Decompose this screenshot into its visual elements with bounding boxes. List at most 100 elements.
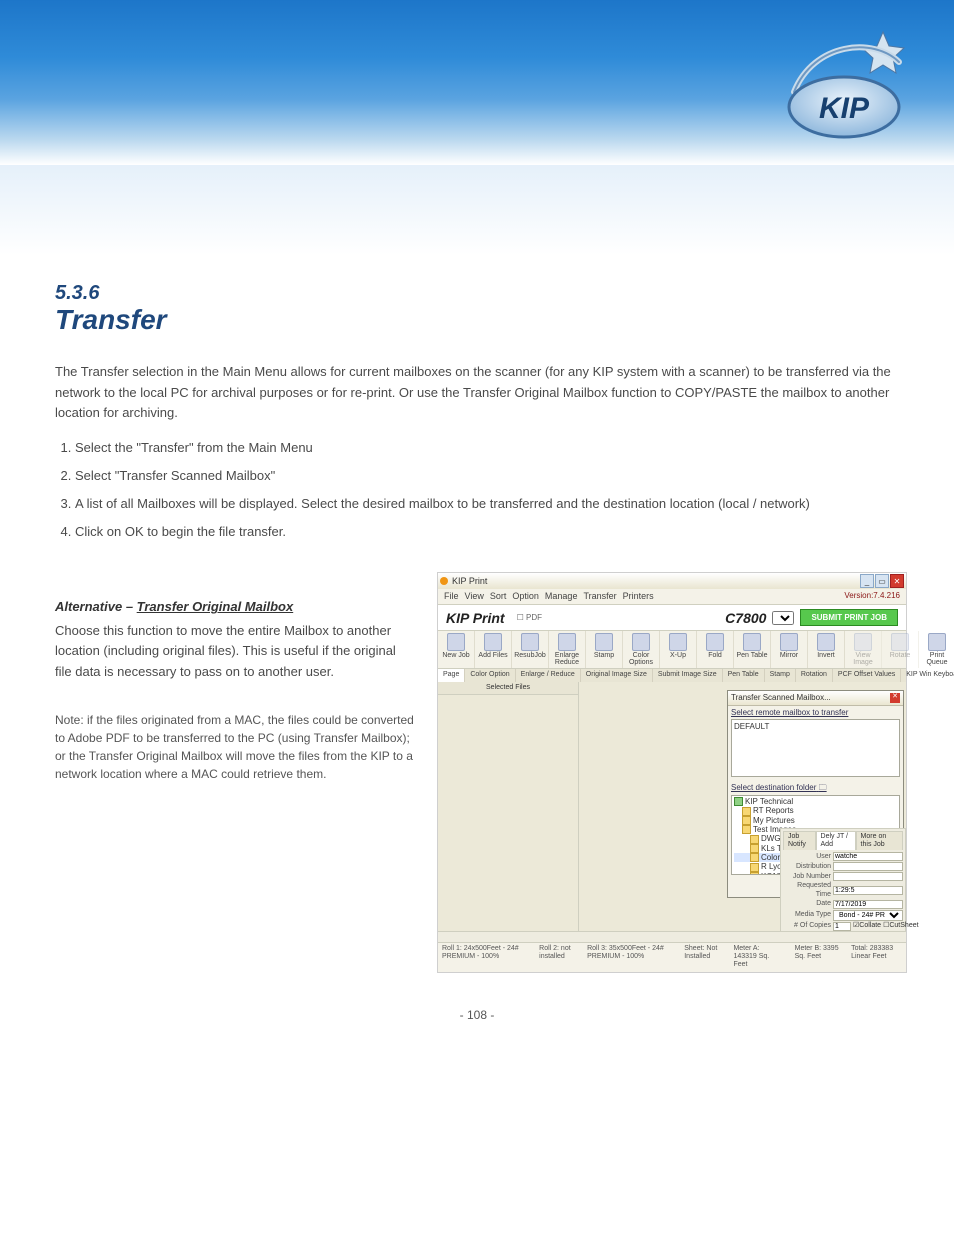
date-label: Date: [783, 900, 831, 908]
tab-page[interactable]: Page: [438, 669, 465, 681]
tab-kip-win-keyboard-size[interactable]: KIP Win Keyboard Size: [901, 669, 954, 681]
tab-stamp[interactable]: Stamp: [765, 669, 796, 681]
tab-pcf-offset-values[interactable]: PCF Offset Values: [833, 669, 901, 681]
status-item: Sheet: Not Installed: [684, 945, 723, 970]
submit-print-button[interactable]: SUBMIT PRINT JOB: [800, 609, 898, 626]
toolbar-label: X-Up: [661, 652, 695, 659]
step-item: A list of all Mailboxes will be displaye…: [75, 494, 899, 515]
printer-dropdown[interactable]: [772, 611, 794, 625]
toolbar-enlarge-reduce[interactable]: Enlarge Reduce: [549, 631, 586, 668]
options-tabrow: PageColor OptionEnlarge / ReduceOriginal…: [438, 669, 906, 681]
status-item: Roll 1: 24x500Feet - 24# PREMIUM - 100%: [442, 945, 529, 970]
toolbar-new-job[interactable]: New Job: [438, 631, 475, 668]
distribution-field[interactable]: [833, 862, 903, 871]
menu-sort[interactable]: Sort: [490, 591, 507, 602]
toolbar-label: Invert: [809, 652, 843, 659]
status-bar: Roll 1: 24x500Feet - 24# PREMIUM - 100% R…: [438, 942, 906, 972]
toolbar-print-queue[interactable]: Print Queue: [919, 631, 954, 668]
toolbar-label: Print Queue: [920, 652, 954, 666]
section-number: 5.3.6: [55, 283, 899, 303]
collate-checkbox[interactable]: ☑Collate: [853, 922, 881, 930]
options-pane: Transfer Scanned Mailbox... ✕ Select rem…: [579, 682, 906, 942]
tree-node[interactable]: RT Reports: [734, 806, 897, 815]
tab-submit-image-size[interactable]: Submit Image Size: [653, 669, 723, 681]
tab-original-image-size[interactable]: Original Image Size: [581, 669, 653, 681]
h-scrollbar[interactable]: [438, 931, 906, 942]
tab-dely-jt[interactable]: Dely JT / Add: [816, 831, 856, 851]
toolbar-mirror[interactable]: Mirror: [771, 631, 808, 668]
kip-logo-text: KIP: [819, 92, 870, 125]
toolbar-icon: [484, 633, 502, 651]
toolbar-label: Stamp: [587, 652, 621, 659]
toolbar-color-options[interactable]: Color Options: [623, 631, 660, 668]
toolbar-label: Color Options: [624, 652, 658, 666]
jobnumber-label: Job Number: [783, 873, 831, 881]
toolbar-icon: [595, 633, 613, 651]
toolbar-stamp[interactable]: Stamp: [586, 631, 623, 668]
pdf-checkbox[interactable]: ☐ PDF: [517, 613, 542, 622]
job-info-panel: Job Notify Dely JT / Add More on this Jo…: [780, 828, 906, 938]
reqtime-label: Requested Time: [783, 882, 831, 899]
menu-view[interactable]: View: [465, 591, 484, 602]
intro-paragraph: The Transfer selection in the Main Menu …: [55, 362, 899, 424]
kip-logo: KIP: [774, 22, 919, 152]
toolbar-icon: [521, 633, 539, 651]
toolbar-invert[interactable]: Invert: [808, 631, 845, 668]
toolbar-label: Rotate: [883, 652, 917, 659]
menu-option[interactable]: Option: [512, 591, 539, 602]
tree-node[interactable]: My Pictures: [734, 816, 897, 825]
reqtime-field[interactable]: [833, 886, 903, 895]
tab-enlarge-reduce[interactable]: Enlarge / Reduce: [516, 669, 581, 681]
tree-node[interactable]: KIP Technical: [734, 797, 897, 806]
tab-pen-table[interactable]: Pen Table: [723, 669, 765, 681]
toolbar: New JobAdd FilesResubJobEnlarge ReduceSt…: [438, 631, 906, 669]
folder-icon: [742, 807, 751, 816]
toolbar-pen-table[interactable]: Pen Table: [734, 631, 771, 668]
date-field[interactable]: [833, 900, 903, 909]
status-item: Roll 2: not installed: [539, 945, 577, 970]
menu-transfer[interactable]: Transfer: [583, 591, 616, 602]
kip-banner: KIP: [0, 0, 954, 165]
toolbar-label: Enlarge Reduce: [550, 652, 584, 666]
mailbox-list[interactable]: DEFAULT: [731, 719, 900, 777]
toolbar-label: New Job: [439, 652, 473, 659]
toolbar-fold[interactable]: Fold: [697, 631, 734, 668]
maximize-icon[interactable]: ▭: [875, 574, 889, 588]
dialog-title: Transfer Scanned Mailbox... ✕: [728, 691, 903, 706]
status-item: Meter A: 143319 Sq. Feet: [733, 945, 784, 970]
toolbar-icon: [447, 633, 465, 651]
toolbar-resubjob[interactable]: ResubJob: [512, 631, 549, 668]
alt-subheading: Alternative – Transfer Original Mailbox: [55, 598, 415, 616]
minimize-icon[interactable]: _: [860, 574, 874, 588]
dialog-close-icon[interactable]: ✕: [890, 693, 900, 703]
version-label: Version:7.4.216: [844, 591, 900, 602]
menu-file[interactable]: File: [444, 591, 459, 602]
browse-folder-icon[interactable]: 🗀: [819, 783, 827, 792]
menu-manage[interactable]: Manage: [545, 591, 578, 602]
toolbar-icon: [743, 633, 761, 651]
menu-printers[interactable]: Printers: [623, 591, 654, 602]
files-pane: Selected Files: [438, 682, 579, 942]
status-item: Meter B: 3395 Sq. Feet: [795, 945, 841, 970]
folder-icon: [742, 816, 751, 825]
printer-name: C7800: [725, 610, 766, 626]
tab-more[interactable]: More on this Job: [856, 831, 903, 851]
close-icon[interactable]: ✕: [890, 574, 904, 588]
toolbar-icon: [780, 633, 798, 651]
user-field[interactable]: [833, 852, 903, 861]
toolbar-label: View Image: [846, 652, 880, 666]
media-select[interactable]: Bond - 24# PREMIUM: [833, 910, 903, 921]
main-canvas: Selected Files Transfer Scanned Mailbox.…: [438, 682, 906, 942]
tab-color-option[interactable]: Color Option: [465, 669, 515, 681]
toolbar-label: ResubJob: [513, 652, 547, 659]
tab-job-notify[interactable]: Job Notify: [783, 831, 816, 851]
cutsheet-checkbox[interactable]: ☐CutSheet: [883, 922, 918, 930]
tab-rotation[interactable]: Rotation: [796, 669, 833, 681]
folder-icon: [750, 872, 759, 874]
jobnumber-field[interactable]: [833, 872, 903, 881]
toolbar-icon: [928, 633, 946, 651]
toolbar-add-files[interactable]: Add Files: [475, 631, 512, 668]
mailbox-label: Select remote mailbox to transfer: [728, 706, 903, 720]
toolbar-x-up[interactable]: X-Up: [660, 631, 697, 668]
toolbar-label: Fold: [698, 652, 732, 659]
